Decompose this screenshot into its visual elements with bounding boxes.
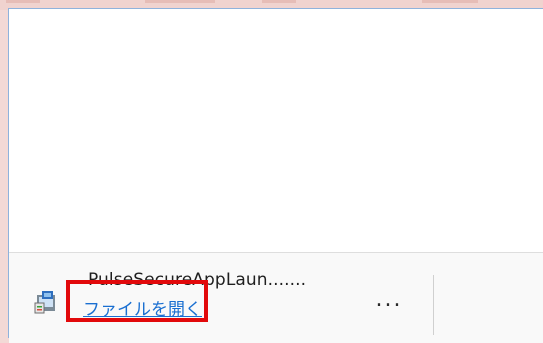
top-decoration (6, 0, 40, 3)
top-decoration (262, 0, 296, 3)
toolbar-separator (433, 275, 434, 335)
more-options-icon: ... (375, 286, 403, 312)
top-decoration (145, 0, 215, 3)
more-options-button[interactable]: ... (366, 284, 412, 314)
installer-file-icon[interactable] (33, 289, 59, 315)
open-file-highlight-box (66, 280, 208, 322)
top-decoration (422, 0, 478, 3)
page-content-area (9, 9, 543, 252)
